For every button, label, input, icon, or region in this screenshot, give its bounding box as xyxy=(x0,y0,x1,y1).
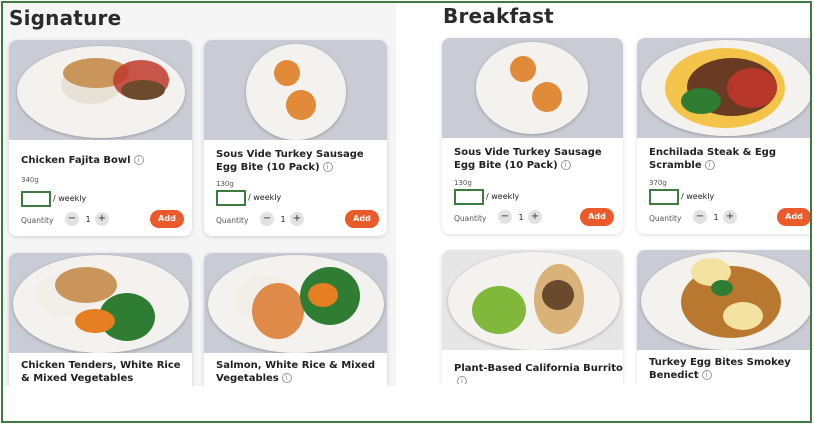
highlight-frame xyxy=(1,1,812,423)
screenshot-stage: Signature Chicken Fajita Bowl i 340g / we… xyxy=(0,0,814,425)
